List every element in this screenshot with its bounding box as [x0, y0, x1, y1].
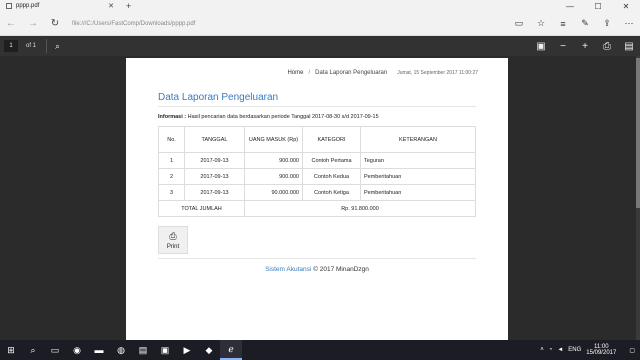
cell-no: 2	[158, 168, 185, 185]
search-icon[interactable]: ⌕	[55, 41, 60, 52]
file-explorer-icon[interactable]: ▬	[88, 340, 110, 360]
back-button[interactable]: ←	[0, 18, 22, 29]
search-icon[interactable]: ⌕	[22, 340, 44, 360]
new-tab-button[interactable]: +	[126, 1, 131, 11]
info-line: Informasi : Hasil pencarian data berdasa…	[158, 114, 379, 120]
network-icon[interactable]: ◔	[549, 347, 553, 353]
address-bar: ← → ↻ file:///C:/Users/FastComp/Download…	[0, 12, 640, 36]
system-tray: ˄ ◔ ◄ ENG 11:00 15/09/2017 ▢	[540, 344, 640, 356]
zoom-out-icon[interactable]: −	[552, 41, 574, 52]
firefox-icon[interactable]: ◉	[66, 340, 88, 360]
print-label: Print	[166, 243, 180, 250]
toolbar-divider	[46, 39, 48, 53]
scrollbar-thumb[interactable]	[636, 58, 640, 208]
reading-view-icon[interactable]: ▭	[508, 18, 530, 29]
header-keterangan: KETERANGAN	[360, 126, 476, 153]
datetime: Jumat, 15 September 2017 11:00:27	[397, 70, 478, 76]
header-kategori: KATEGORI	[302, 126, 361, 153]
tab-title: pppp.pdf	[16, 3, 40, 9]
save-icon[interactable]: ▤	[618, 41, 640, 52]
total-label: TOTAL JUMLAH	[158, 200, 245, 217]
cell-kategori: Contoh Ketiga	[302, 184, 361, 201]
pdf-page: Home / Data Laporan Pengeluaran Jumat, 1…	[126, 58, 508, 340]
breadcrumb-home[interactable]: Home	[287, 70, 303, 76]
browser-tab[interactable]: pppp.pdf ✕	[0, 0, 120, 12]
notifications-icon[interactable]: ▢	[629, 347, 635, 354]
clock-date: 15/09/2017	[586, 350, 617, 356]
cell-tanggal: 2017-09-13	[184, 184, 245, 201]
chrome-icon[interactable]: ◍	[110, 340, 132, 360]
hub-icon[interactable]: ≡	[552, 19, 574, 29]
more-icon[interactable]: ⋯	[618, 18, 640, 29]
tray-chevron-icon[interactable]: ˄	[540, 347, 544, 353]
volume-icon[interactable]: ◄	[557, 347, 563, 353]
breadcrumb: Home / Data Laporan Pengeluaran Jumat, 1…	[287, 70, 478, 76]
url-field[interactable]: file:///C:/Users/FastComp/Downloads/pppp…	[72, 21, 508, 27]
cell-keterangan: Pemberitahuan	[360, 184, 476, 201]
footer-divider	[158, 258, 476, 259]
footer: Sistem Akutansi © 2017 MinanDzgn	[126, 266, 508, 273]
print-icon[interactable]: ⎙	[596, 41, 618, 52]
cell-tanggal: 2017-09-13	[184, 152, 245, 169]
media-icon[interactable]: ▶	[176, 340, 198, 360]
cell-uang: 900.000	[244, 152, 303, 169]
header-tanggal: TANGGAL	[184, 126, 245, 153]
cell-kategori: Contoh Pertama	[302, 152, 361, 169]
page-number-input[interactable]: 1	[4, 40, 18, 52]
title-divider	[158, 106, 476, 107]
footer-copyright: © 2017 MinanDzgn	[313, 266, 369, 273]
table-total-row: TOTAL JUMLAH Rp. 91.800.000	[158, 200, 476, 217]
cell-uang: 90.000.000	[244, 184, 303, 201]
pdf-file-icon	[6, 3, 12, 9]
language-indicator[interactable]: ENG	[568, 347, 581, 353]
task-view-icon[interactable]: ▭	[44, 340, 66, 360]
notes-icon[interactable]: ✎	[574, 18, 596, 29]
print-button[interactable]: ⎙ Print	[158, 226, 188, 254]
table-row: 2 2017-09-13 900.000 Contoh Kedua Pember…	[158, 168, 476, 185]
app-icon[interactable]: ◆	[198, 340, 220, 360]
edge-icon[interactable]: ℯ	[220, 340, 242, 360]
favorite-star-icon[interactable]: ☆	[530, 18, 552, 29]
minimize-button[interactable]: —	[556, 2, 584, 11]
table-header-row: No. TANGGAL UANG MASUK (Rp) KATEGORI KET…	[158, 126, 476, 153]
printer-icon: ⎙	[169, 230, 177, 241]
share-icon[interactable]: ⇪	[596, 18, 618, 29]
cell-uang: 900.000	[244, 168, 303, 185]
page-count: of 1	[26, 43, 37, 49]
cell-keterangan: Pemberitahuan	[360, 168, 476, 185]
footer-brand-link[interactable]: Sistem Akutansi	[265, 266, 311, 273]
maximize-button[interactable]: ☐	[584, 2, 612, 11]
info-text: Hasil pencarian data berdasarkan periode…	[187, 114, 379, 120]
cell-keterangan: Teguran	[360, 152, 476, 169]
header-no: No.	[158, 126, 185, 153]
window-controls: — ☐ ✕	[556, 2, 640, 11]
cell-no: 1	[158, 152, 185, 169]
notepad-icon[interactable]: ▤	[132, 340, 154, 360]
pdf-toolbar: 1 of 1 ⌕ ▣ − + ⎙ ▤	[0, 36, 640, 56]
zoom-in-icon[interactable]: +	[574, 41, 596, 52]
close-window-button[interactable]: ✕	[612, 2, 640, 11]
total-value: Rp. 91.800.000	[244, 200, 476, 217]
clock[interactable]: 11:00 15/09/2017	[586, 344, 621, 356]
refresh-button[interactable]: ↻	[44, 18, 66, 29]
fit-page-icon[interactable]: ▣	[530, 41, 552, 52]
table-row: 3 2017-09-13 90.000.000 Contoh Ketiga Pe…	[158, 184, 476, 201]
forward-button[interactable]: →	[22, 18, 44, 29]
report-table: No. TANGGAL UANG MASUK (Rp) KATEGORI KET…	[158, 126, 476, 217]
breadcrumb-separator: /	[308, 70, 311, 76]
breadcrumb-current: Data Laporan Pengeluaran	[315, 70, 388, 76]
start-button[interactable]: ⊞	[0, 340, 22, 360]
app-icon[interactable]: ▣	[154, 340, 176, 360]
cell-no: 3	[158, 184, 185, 201]
table-row: 1 2017-09-13 900.000 Contoh Pertama Tegu…	[158, 152, 476, 169]
cell-tanggal: 2017-09-13	[184, 168, 245, 185]
info-label: Informasi :	[158, 114, 187, 120]
header-uang-masuk: UANG MASUK (Rp)	[244, 126, 303, 153]
close-tab-icon[interactable]: ✕	[108, 2, 114, 10]
browser-tab-strip: pppp.pdf ✕ + — ☐ ✕	[0, 0, 640, 12]
page-title: Data Laporan Pengeluaran	[158, 92, 279, 103]
taskbar: ⊞ ⌕ ▭ ◉ ▬ ◍ ▤ ▣ ▶ ◆ ℯ ˄ ◔ ◄ ENG 11:00 15…	[0, 340, 640, 360]
cell-kategori: Contoh Kedua	[302, 168, 361, 185]
